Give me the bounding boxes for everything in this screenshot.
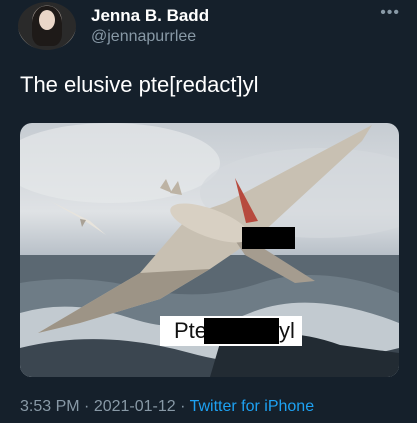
caption-suffix: yl: [279, 318, 295, 343]
tweet-time[interactable]: 3:53 PM: [20, 398, 80, 415]
tweet-metadata: 3:53 PM · 2021-01-12 · Twitter for iPhon…: [20, 398, 314, 416]
avatar-face: [39, 10, 55, 30]
user-handle[interactable]: @jennapurrlee: [91, 28, 196, 46]
meta-separator: ·: [79, 398, 94, 415]
tweet-text: The elusive pte[redact]yl: [20, 72, 259, 97]
redaction-bar: [242, 227, 295, 249]
caption-prefix: Pte: [174, 318, 208, 343]
display-name[interactable]: Jenna B. Badd: [91, 6, 209, 26]
caption-redaction: [204, 318, 279, 344]
more-horizontal-icon[interactable]: •••: [380, 4, 400, 22]
tweet-date[interactable]: 2021-01-12: [94, 398, 176, 415]
avatar[interactable]: [18, 2, 76, 50]
meta-separator-2: ·: [175, 398, 190, 415]
image-caption: Pte yl: [160, 316, 302, 346]
tweet-source-link[interactable]: Twitter for iPhone: [190, 398, 315, 415]
